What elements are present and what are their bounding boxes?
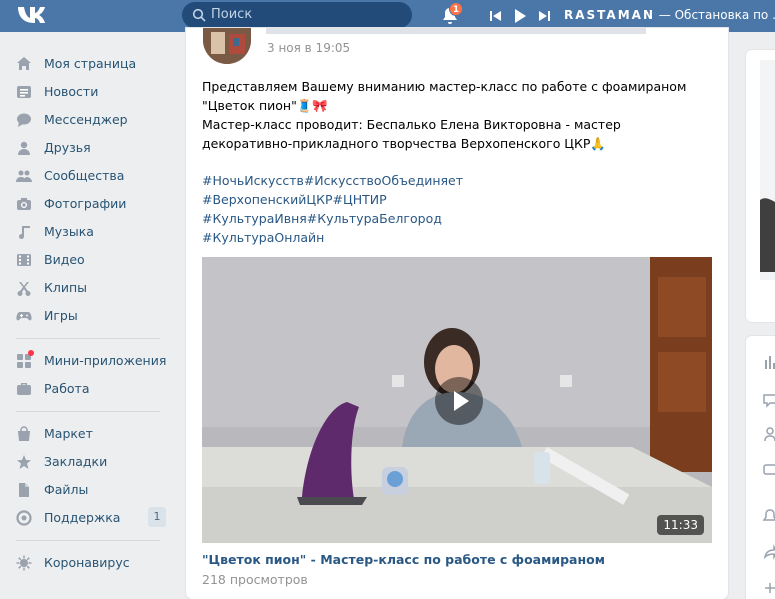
hashtag-link[interactable]: #КультураИвня#КультураБелгород (202, 209, 463, 228)
now-playing[interactable]: RASTAMAN — Обстановка по ... (564, 8, 775, 22)
post-text: Представляем Вашему вниманию мастер-клас… (202, 77, 714, 153)
clips-icon (17, 282, 31, 296)
sidebar-item-label: Видео (44, 252, 85, 267)
communities-icon (16, 170, 32, 182)
virus-icon (16, 555, 32, 571)
sidebar-item-label: Поддержка (44, 510, 121, 525)
sidebar-item-market[interactable]: Маркет (0, 420, 180, 448)
video-player[interactable]: 11:33 (202, 257, 712, 543)
sidebar-item-label: Файлы (44, 482, 89, 497)
sidebar-item-communities[interactable]: Сообщества (0, 162, 180, 190)
music-icon (19, 226, 30, 240)
sidebar-item-label: Друзья (44, 140, 91, 155)
search-box[interactable]: Поиск (182, 2, 412, 28)
vk-logo-icon[interactable] (16, 5, 50, 27)
sidebar-item-music[interactable]: Музыка (0, 218, 180, 246)
bell-icon[interactable] (762, 508, 775, 524)
sidebar-item-support[interactable]: Поддержка 1 (0, 504, 180, 532)
sidebar-item-video[interactable]: Видео (0, 246, 180, 274)
gamepad-icon (16, 312, 32, 321)
camera-icon (17, 198, 31, 210)
video-icon (17, 254, 31, 266)
video-title-link[interactable]: "Цветок пион" - Мастер-класс по работе с… (202, 552, 605, 567)
share-icon[interactable] (762, 544, 775, 560)
sidebar-divider (16, 540, 160, 541)
search-placeholder: Поиск (211, 7, 253, 22)
author-avatar[interactable] (203, 28, 251, 64)
wall-post: 3 ноя в 19:05 Представляем Вашему вниман… (186, 28, 728, 599)
sidebar-item-label: Работа (44, 381, 90, 396)
market-icon (18, 426, 30, 441)
avatar-image (203, 28, 251, 64)
comment-icon[interactable] (762, 392, 775, 408)
sidebar-item-label: Новости (44, 84, 99, 99)
stats-icon[interactable] (762, 354, 775, 370)
sidebar-item-bookmarks[interactable]: Закладки (0, 448, 180, 476)
video-duration: 11:33 (657, 515, 704, 535)
video-views: 218 просмотров (202, 572, 308, 587)
post-author-name-cutoff (266, 28, 646, 34)
sidebar-item-label: Закладки (44, 454, 108, 469)
search-icon (192, 8, 206, 22)
sidebar-item-label: Сообщества (44, 168, 125, 183)
chat-icon[interactable] (762, 462, 775, 478)
previous-track-icon[interactable] (490, 9, 502, 23)
briefcase-icon (17, 383, 31, 395)
notifications-badge: 1 (449, 2, 463, 16)
post-text-line: Представляем Вашему вниманию мастер-клас… (202, 79, 687, 113)
right-menu-card (746, 336, 775, 599)
next-track-icon[interactable] (538, 9, 550, 23)
add-icon[interactable] (762, 580, 775, 596)
now-playing-title: — Обстановка по ... (654, 8, 775, 22)
sidebar-item-label: Музыка (44, 224, 94, 239)
left-sidebar: Моя страница Новости Мессенджер Друзья С… (0, 50, 180, 577)
right-widget-photo[interactable] (746, 50, 775, 322)
sidebar-item-work[interactable]: Работа (0, 375, 180, 403)
hashtag-link[interactable]: #НочьИскусств#ИскусствоОбъединяет (202, 171, 463, 190)
play-icon (454, 391, 469, 411)
sidebar-item-label: Мини-приложения (44, 353, 167, 368)
widget-image (746, 50, 775, 322)
now-playing-artist: RASTAMAN (564, 8, 655, 22)
user-icon[interactable] (762, 426, 775, 442)
messenger-icon (17, 113, 31, 127)
sidebar-item-label: Фотографии (44, 196, 127, 211)
sidebar-divider (16, 338, 160, 339)
post-hashtags: #НочьИскусств#ИскусствоОбъединяет #Верхо… (202, 171, 463, 247)
sidebar-item-files[interactable]: Файлы (0, 476, 180, 504)
file-icon (19, 483, 29, 497)
home-icon (17, 57, 31, 70)
sidebar-item-messenger[interactable]: Мессенджер (0, 106, 180, 134)
sidebar-divider (16, 411, 160, 412)
sidebar-item-my-page[interactable]: Моя страница (0, 50, 180, 78)
post-date[interactable]: 3 ноя в 19:05 (267, 41, 350, 55)
notification-dot (28, 350, 34, 356)
hashtag-link[interactable]: #ВерхопенскийЦКР#ЦНТИР (202, 190, 463, 209)
sidebar-item-photos[interactable]: Фотографии (0, 190, 180, 218)
post-text-line: Мастер-класс проводит: Беспалько Елена В… (202, 117, 621, 151)
sidebar-item-clips[interactable]: Клипы (0, 274, 180, 302)
sidebar-item-label: Игры (44, 308, 78, 323)
support-icon (16, 510, 32, 526)
sidebar-item-mini-apps[interactable]: Мини-приложения (0, 347, 180, 375)
hashtag-link[interactable]: #КультураОнлайн (202, 228, 463, 247)
sidebar-item-label: Мессенджер (44, 112, 128, 127)
sidebar-item-coronavirus[interactable]: Коронавирус (0, 549, 180, 577)
sidebar-item-friends[interactable]: Друзья (0, 134, 180, 162)
sidebar-item-label: Коронавирус (44, 555, 130, 570)
sidebar-item-news[interactable]: Новости (0, 78, 180, 106)
sidebar-item-label: Клипы (44, 280, 88, 295)
support-count-badge: 1 (148, 507, 166, 527)
friends-icon (18, 141, 30, 155)
news-icon (17, 86, 31, 98)
sidebar-item-games[interactable]: Игры (0, 302, 180, 330)
sidebar-item-label: Маркет (44, 426, 93, 441)
play-icon[interactable] (514, 9, 526, 23)
video-play-button[interactable] (435, 377, 483, 425)
star-icon (17, 455, 31, 469)
sidebar-item-label: Моя страница (44, 56, 137, 71)
